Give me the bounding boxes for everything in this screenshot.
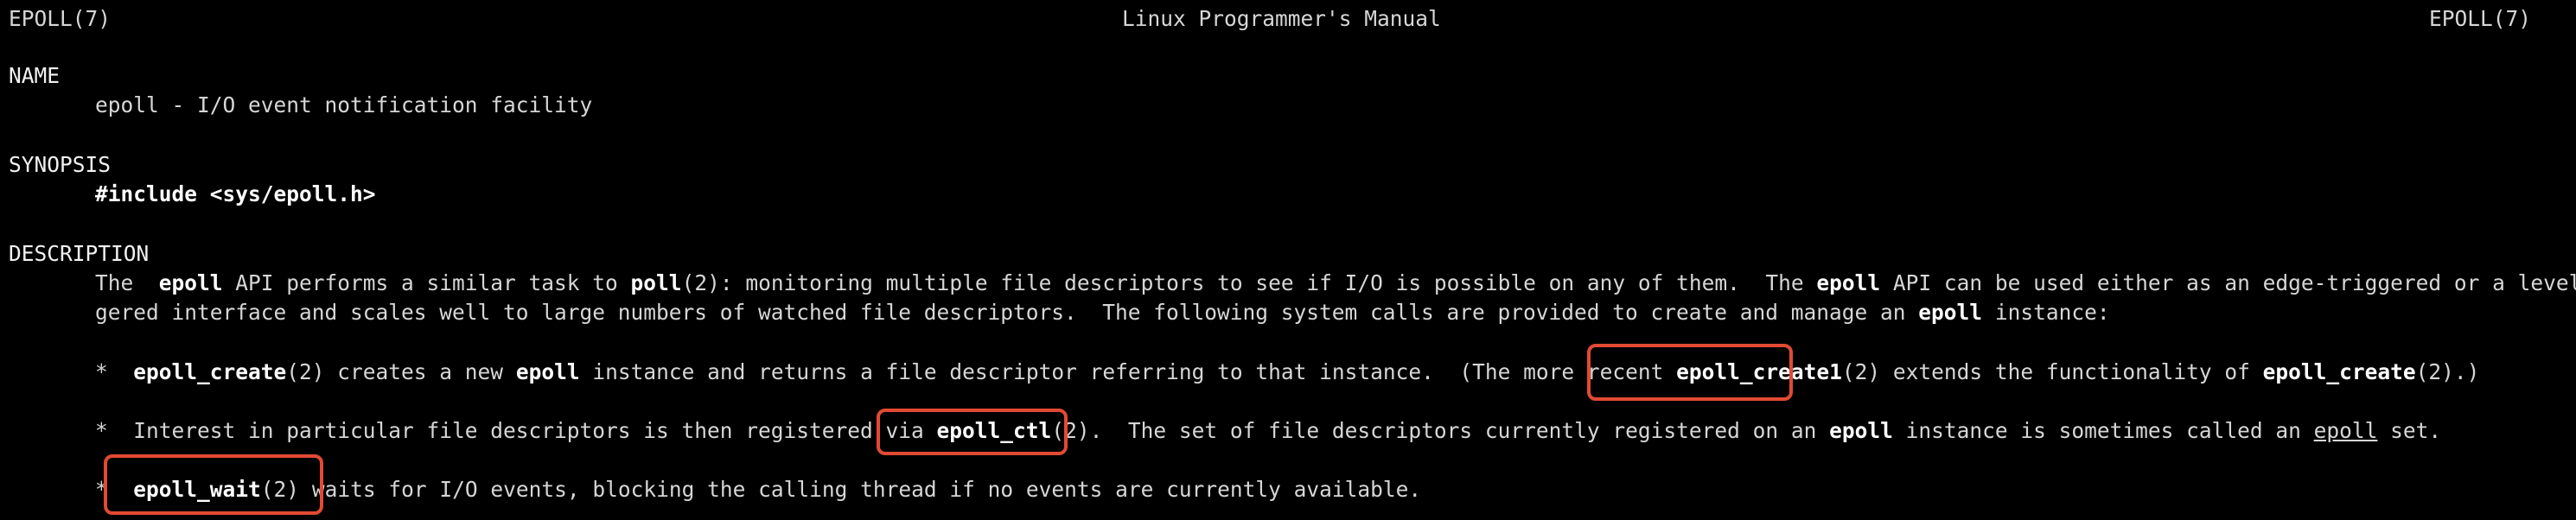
bullet-marker: * [95,359,108,384]
bullet-epoll-create: * epoll_create(2) creates a new epoll in… [95,358,2576,387]
term-epoll: epoll [1918,300,1983,325]
term-epoll: epoll [1816,270,1881,295]
text-span: The [95,270,159,295]
term-poll: poll [630,270,682,295]
bullet-marker: * [95,418,108,443]
text-span: (2).) [2415,359,2480,384]
text-span: instance and returns a file descriptor r… [579,359,1677,384]
text-span: set [2390,418,2429,443]
text-span [2377,418,2390,443]
text-span: (2). [1051,418,1103,443]
text-span: . [2428,418,2442,443]
synopsis-include: #include <sys/epoll.h> [95,181,376,206]
text-span: (2) creates a new [286,359,516,384]
header-title: Linux Programmer's Manual [1122,6,1441,31]
term-epoll-wait: epoll_wait [133,477,261,502]
text-span: instance: [1982,300,2110,325]
name-text: epoll - I/O event notification facility [95,92,593,117]
term-epoll-ctl: epoll_ctl [936,418,1052,443]
term-epoll-create1: epoll_create1 [1676,359,1842,384]
description-heading: DESCRIPTION [9,241,150,266]
name-heading: NAME [9,63,61,88]
terminal-window: { "header": { "left": "EPOLL(7)", "cente… [0,0,2576,520]
term-epoll-create: epoll_create [2262,359,2416,384]
bullet-epoll-wait: * epoll_wait(2) waits for I/O events, bl… [95,475,2576,504]
description-paragraph-line-2: gered interface and scales well to large… [95,298,2576,327]
text-span: Interest in particular file descriptors … [133,418,937,443]
synopsis-heading: SYNOPSIS [9,152,112,177]
term-epoll-underlined: epoll [2313,418,2378,443]
bullet-epoll-ctl: * Interest in particular file descriptor… [95,416,2576,446]
text-span: The set of file descriptors currently re… [1102,418,1830,443]
text-span: (2) [260,477,300,502]
term-epoll: epoll [1829,418,1893,443]
text-span: API performs a similar task to [222,270,631,295]
text-span: (2) [1841,359,1881,384]
term-epoll-create: epoll_create [133,359,287,384]
term-epoll: epoll [515,359,580,384]
text-span: gered interface and scales well to large… [95,300,1919,325]
description-paragraph-line-1: The epoll API performs a similar task to… [95,269,2576,298]
bullet-marker: * [95,477,108,502]
text-span: waits for I/O events, blocking the calli… [299,477,1422,502]
text-span: API can be used either as an edge-trigge… [1892,270,2576,295]
header-left: EPOLL(7) [9,6,112,31]
text-span: instance is sometimes called an [1892,418,2314,443]
text-span: extends the functionality of [1880,359,2263,384]
text-span: (2): monitoring multiple file descriptor… [681,270,1817,295]
header-right: EPOLL(7) [2428,6,2531,31]
term-epoll: epoll [158,270,223,295]
